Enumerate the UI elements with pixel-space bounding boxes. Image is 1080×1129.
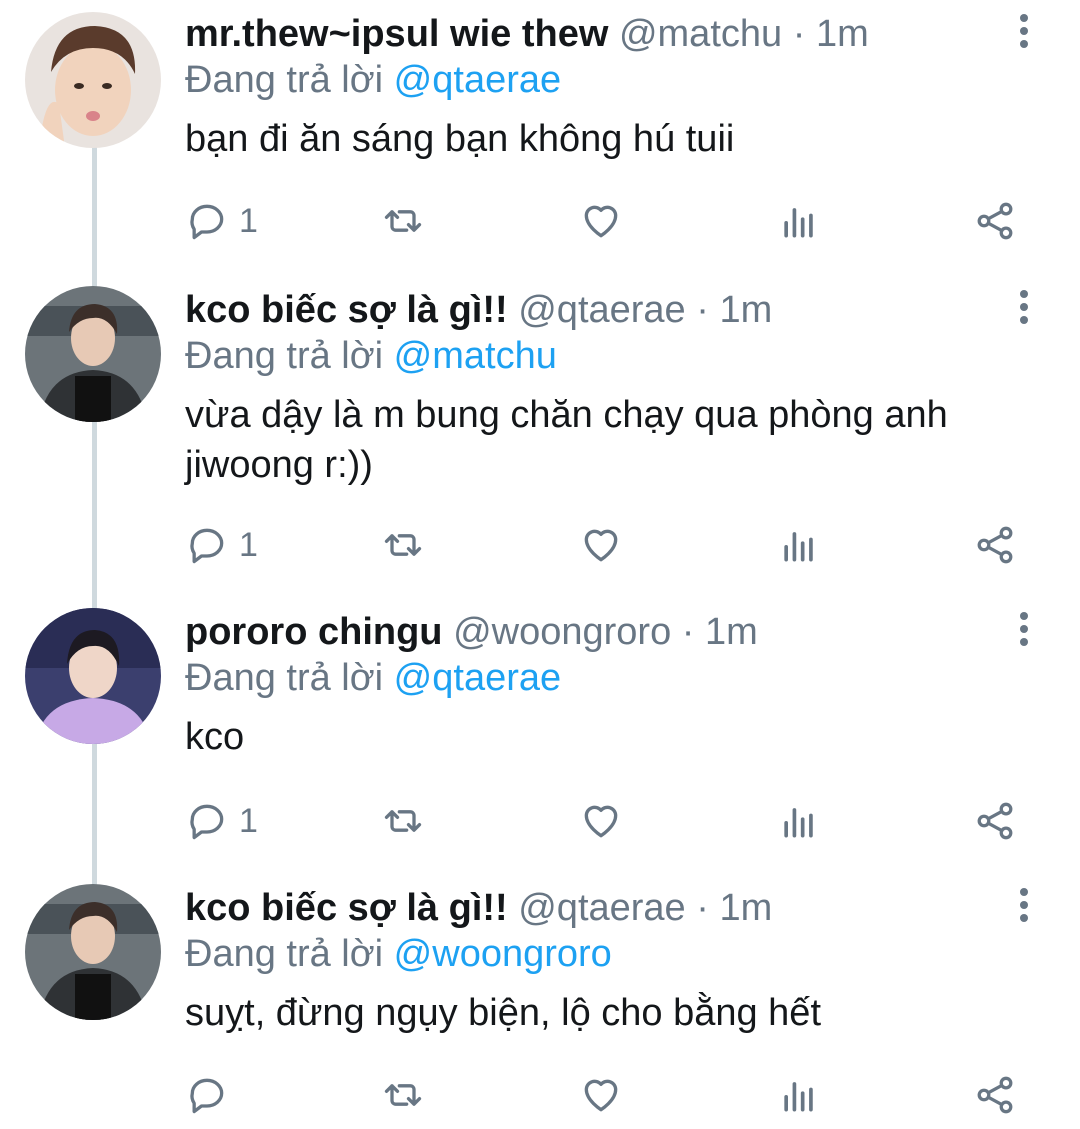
like-icon [584,805,618,838]
action-bar: 1 [185,520,1045,570]
timestamp[interactable]: 1m [816,13,869,55]
like-button[interactable] [579,1070,623,1120]
reply-count: 1 [239,201,258,240]
like-button[interactable] [579,196,623,246]
tweet-text: kco [185,716,245,758]
avatar[interactable] [25,884,161,1020]
reply-icon [190,528,224,564]
tweet-text: suỵt, đừng ngụy biện, lộ cho bằng hết [185,992,821,1034]
reply-button[interactable]: 1 [185,520,258,570]
separator: · [671,611,706,653]
handle[interactable]: @woongroro [453,611,671,653]
analytics-button[interactable] [777,796,821,846]
replying-to: Đang trả lời @woongroro [185,930,612,978]
share-button[interactable] [973,1070,1017,1120]
mention-link[interactable]: @qtaerae [394,657,561,699]
separator: · [685,289,720,331]
timestamp[interactable]: 1m [719,887,772,929]
timestamp[interactable]: 1m [719,289,772,331]
analytics-icon [784,808,813,838]
tweet-text: vừa dậy là m bung chăn chạy qua phòng an… [185,394,948,486]
reply-icon [190,204,224,240]
retweet-button[interactable] [381,196,425,246]
tweet-header: kco biếc sợ là gì!! @qtaerae · 1m [185,286,772,334]
more-options-icon[interactable] [1012,888,1036,928]
tweet-header: pororo chingu @woongroro · 1m [185,608,758,656]
display-name[interactable]: mr.thew~ipsul wie thew [185,13,608,55]
retweet-button[interactable] [381,1070,425,1120]
analytics-icon [784,208,813,238]
share-button[interactable] [973,196,1017,246]
tweet[interactable]: pororo chingu @woongroro · 1m Đang trả l… [0,598,1080,870]
action-bar: 1 [185,796,1045,846]
retweet-button[interactable] [381,796,425,846]
replying-to: Đang trả lời @qtaerae [185,56,561,104]
tweet-header: kco biếc sợ là gì!! @qtaerae · 1m [185,884,772,932]
separator: · [782,13,816,55]
mention-link[interactable]: @matchu [394,335,557,377]
like-icon [584,205,618,238]
tweet[interactable]: mr.thew~ipsul wie thew @matchu · 1m Đang… [0,0,1080,270]
replying-to-label: Đang trả lời [185,657,394,699]
more-options-icon[interactable] [1012,612,1036,652]
reply-icon [190,804,224,840]
analytics-button[interactable] [777,196,821,246]
share-icon [977,1076,1013,1114]
retweet-button[interactable] [381,520,425,570]
analytics-icon [784,532,813,562]
handle[interactable]: @matchu [619,13,782,55]
handle[interactable]: @qtaerae [518,289,685,331]
avatar[interactable] [25,12,161,148]
reply-icon [190,1078,224,1114]
mention-link[interactable]: @qtaerae [394,59,561,101]
action-bar [185,1070,1045,1120]
share-button[interactable] [973,796,1017,846]
share-icon [977,802,1013,840]
retweet-icon [384,534,422,556]
mention-link[interactable]: @woongroro [394,933,612,975]
tweet[interactable]: kco biếc sợ là gì!! @qtaerae · 1m Đang t… [0,276,1080,596]
more-options-icon[interactable] [1012,14,1036,54]
replying-to: Đang trả lời @matchu [185,332,557,380]
replying-to: Đang trả lời @qtaerae [185,654,561,702]
like-icon [584,1079,618,1112]
more-options-icon[interactable] [1012,290,1036,330]
share-icon [977,202,1013,240]
action-bar: 1 [185,196,1045,246]
replying-to-label: Đang trả lời [185,933,394,975]
share-button[interactable] [973,520,1017,570]
separator: · [685,887,720,929]
retweet-icon [384,810,422,832]
replying-to-label: Đang trả lời [185,335,394,377]
display-name[interactable]: kco biếc sợ là gì!! [185,887,508,929]
analytics-button[interactable] [777,1070,821,1120]
tweet[interactable]: kco biếc sợ là gì!! @qtaerae · 1m Đang t… [0,874,1080,1129]
like-button[interactable] [579,796,623,846]
retweet-icon [384,1084,422,1106]
replying-to-label: Đang trả lời [185,59,394,101]
reply-count: 1 [239,801,258,840]
avatar[interactable] [25,286,161,422]
tweet-text: bạn đi ăn sáng bạn không hú tuii [185,118,735,160]
timestamp[interactable]: 1m [705,611,758,653]
display-name[interactable]: kco biếc sợ là gì!! [185,289,508,331]
display-name[interactable]: pororo chingu [185,611,443,653]
reply-button[interactable]: 1 [185,196,258,246]
analytics-button[interactable] [777,520,821,570]
like-icon [584,529,618,562]
tweet-header: mr.thew~ipsul wie thew @matchu · 1m [185,10,869,58]
retweet-icon [384,210,422,232]
reply-count: 1 [239,525,258,564]
avatar[interactable] [25,608,161,744]
handle[interactable]: @qtaerae [518,887,685,929]
reply-button[interactable]: 1 [185,796,258,846]
reply-button[interactable] [185,1070,239,1120]
analytics-icon [784,1082,813,1112]
share-icon [977,526,1013,564]
like-button[interactable] [579,520,623,570]
